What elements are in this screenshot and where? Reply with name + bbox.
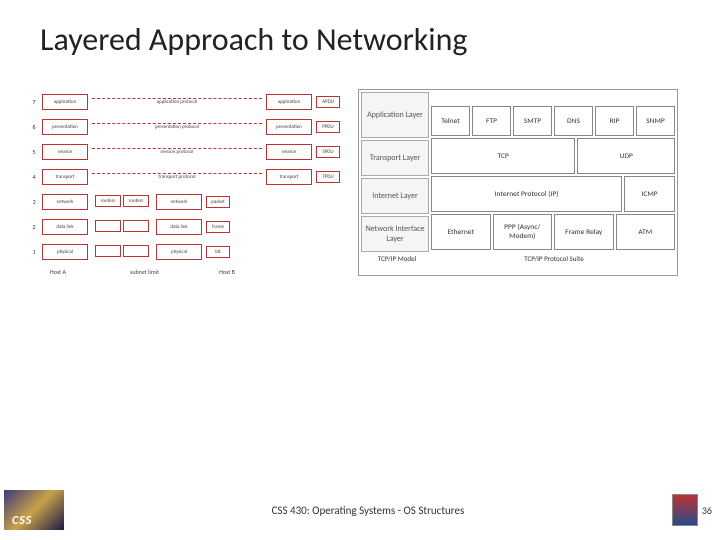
- osi-num: 1: [30, 248, 38, 256]
- tcpip-footer-suite: TCP/IP Protocol Suite: [433, 254, 675, 263]
- osi-subnet: [92, 245, 152, 259]
- osi-num: 7: [30, 98, 38, 106]
- tcpip-layer: Transport Layer: [361, 140, 429, 176]
- tcpip-internet-row: Internet Protocol (IP) ICMP: [431, 176, 675, 212]
- tcpip-diagram: Application Layer Transport Layer Intern…: [358, 89, 678, 276]
- osi-layer-box: application: [266, 94, 312, 110]
- osi-layer-box: data link: [156, 219, 202, 235]
- suite-box: ATM: [616, 214, 676, 250]
- osi-layer-box: presentation: [42, 119, 88, 135]
- tcpip-suite-column: Telnet FTP SMTP DNS RIP SNMP TCP UDP Int…: [431, 92, 675, 252]
- subnet-box: routers: [95, 195, 121, 207]
- subnet-box: [123, 245, 149, 257]
- osi-protocol: application protocol: [92, 98, 262, 105]
- osi-footer: Host A subnet limit Host B: [30, 268, 340, 276]
- suite-box: RIP: [595, 106, 634, 136]
- tcpip-layer-column: Application Layer Transport Layer Intern…: [361, 92, 429, 252]
- slide-footer: CSS 430: Operating Systems - OS Structur…: [0, 490, 720, 530]
- osi-layer-box: session: [266, 144, 312, 160]
- osi-num: 2: [30, 223, 38, 231]
- suite-box: PPP (Async/ Modem): [493, 214, 553, 250]
- tcpip-footer-model: TCP/IP Model: [361, 254, 433, 263]
- osi-protocol: session protocol: [92, 148, 262, 155]
- footer-text: CSS 430: Operating Systems - OS Structur…: [64, 504, 672, 517]
- subnet-box: [95, 245, 121, 257]
- osi-layer-box: physical: [42, 244, 88, 260]
- tcpip-net-row: Ethernet PPP (Async/ Modem) Frame Relay …: [431, 214, 675, 250]
- page-number: 36: [702, 504, 712, 517]
- tcpip-layer: Internet Layer: [361, 178, 429, 214]
- osi-pdu: packet: [206, 196, 230, 208]
- osi-layer-box: application: [42, 94, 88, 110]
- tcpip-layer: Network Interface Layer: [361, 216, 429, 252]
- osi-layer-box: session: [42, 144, 88, 160]
- osi-num: 6: [30, 123, 38, 131]
- osi-protocol: transport protocol: [92, 173, 262, 180]
- subnet-box: [95, 220, 121, 232]
- suite-box: Internet Protocol (IP): [431, 176, 622, 212]
- osi-layer-box: network: [42, 194, 88, 210]
- osi-num: 3: [30, 198, 38, 206]
- osi-pdu: SPDU: [316, 146, 340, 158]
- suite-box: ICMP: [624, 176, 675, 212]
- osi-footer-hostb: Host B: [219, 268, 235, 276]
- osi-pdu: bit: [206, 246, 230, 258]
- suite-box: Telnet: [431, 106, 470, 136]
- osi-pdu: frame: [206, 221, 230, 233]
- osi-layer-box: data link: [42, 219, 88, 235]
- osi-pdu: TPDU: [316, 171, 340, 183]
- osi-layer-box: network: [156, 194, 202, 210]
- subnet-box: routers: [123, 195, 149, 207]
- tcpip-app-row: Telnet FTP SMTP DNS RIP SNMP: [431, 106, 675, 136]
- osi-num: 4: [30, 173, 38, 181]
- tcpip-footer: TCP/IP Model TCP/IP Protocol Suite: [361, 254, 675, 263]
- book-thumbnail-icon: [672, 494, 698, 526]
- suite-box: UDP: [577, 138, 675, 174]
- css-logo: [4, 490, 64, 530]
- osi-layer-box: transport: [42, 169, 88, 185]
- osi-subnet: [92, 220, 152, 234]
- suite-box: DNS: [554, 106, 593, 136]
- osi-layer-box: presentation: [266, 119, 312, 135]
- suite-box: SNMP: [636, 106, 675, 136]
- slide-content: 7 application application protocol applicat…: [0, 59, 720, 276]
- suite-box: SMTP: [513, 106, 552, 136]
- suite-box: TCP: [431, 138, 575, 174]
- osi-num: 5: [30, 148, 38, 156]
- osi-footer-hosta: Host A: [50, 268, 66, 276]
- tcpip-transport-row: TCP UDP: [431, 138, 675, 174]
- osi-diagram: 7 application application protocol applicat…: [30, 89, 340, 276]
- suite-box: Ethernet: [431, 214, 491, 250]
- osi-footer-mid: subnet limit: [130, 268, 159, 276]
- osi-pdu: APDU: [316, 96, 340, 108]
- osi-pdu: PPDU: [316, 121, 340, 133]
- suite-box: FTP: [472, 106, 511, 136]
- osi-layer-box: transport: [266, 169, 312, 185]
- subnet-box: [123, 220, 149, 232]
- osi-layer-box: physical: [156, 244, 202, 260]
- osi-subnet: routersrouters: [92, 195, 152, 209]
- slide-title: Layered Approach to Networking: [0, 0, 720, 59]
- tcpip-layer: Application Layer: [361, 92, 429, 138]
- osi-protocol: presentation protocol: [92, 123, 262, 130]
- suite-box: Frame Relay: [554, 214, 614, 250]
